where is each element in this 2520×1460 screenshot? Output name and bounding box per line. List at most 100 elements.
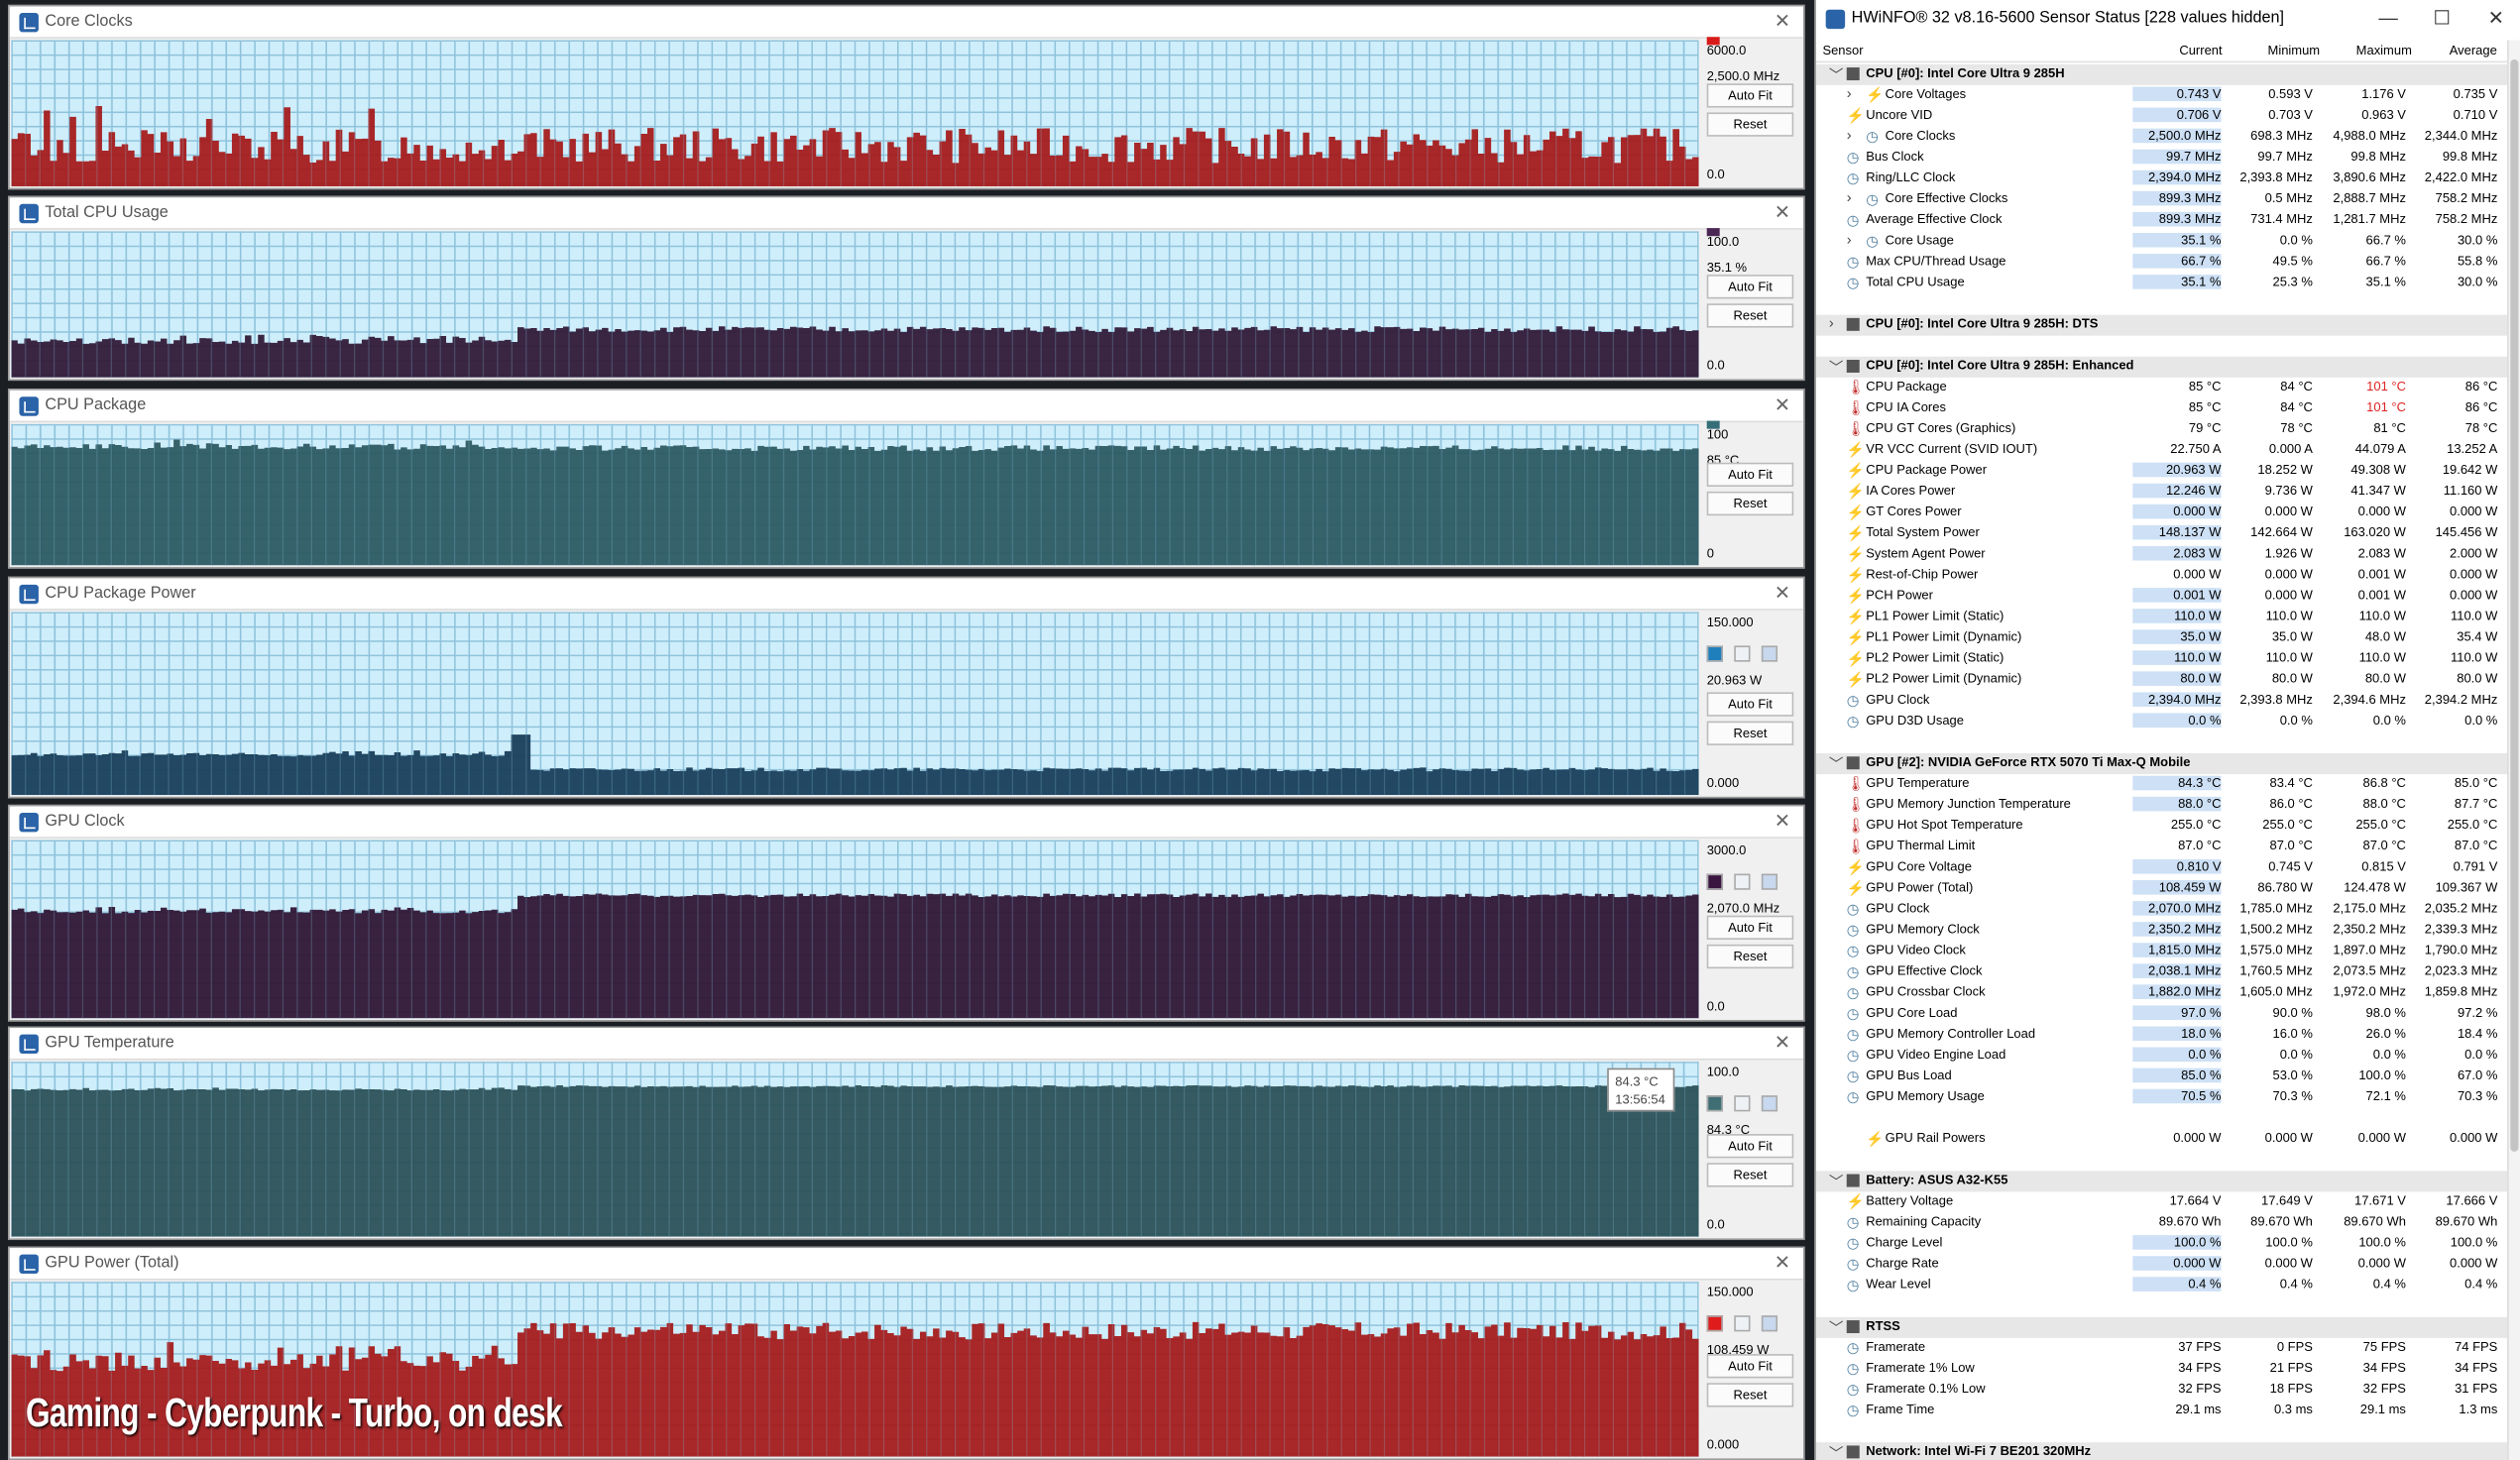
scrollbar[interactable] bbox=[2507, 40, 2520, 1460]
sensor-row[interactable]: ◷ Bus Clock 99.7 MHz 99.7 MHz 99.8 MHz 99.8 M… bbox=[1816, 148, 2507, 168]
sensor-row[interactable]: ⚡ Rest-of-Chip Power 0.000 W 0.000 W 0.001 W… bbox=[1816, 565, 2507, 586]
sensor-row[interactable]: ◷ Max CPU/Thread Usage 66.7 % 49.5 % 66.7 % 5… bbox=[1816, 252, 2507, 273]
chevron-right-icon[interactable]: › bbox=[1847, 189, 1852, 205]
col-current[interactable]: Current bbox=[2179, 44, 2222, 58]
sensor-row[interactable]: ⚡ GPU Rail Powers 0.000 W 0.000 W 0.000 W 0.0… bbox=[1816, 1129, 2507, 1150]
minimize-icon[interactable]: — bbox=[2378, 6, 2397, 29]
color-swatch[interactable] bbox=[1706, 1315, 1723, 1332]
sensor-row[interactable]: ⚡ IA Cores Power 12.246 W 9.736 W 41.347 W 11… bbox=[1816, 482, 2507, 503]
color-swatch[interactable] bbox=[1706, 37, 1720, 46]
color-swatch[interactable] bbox=[1761, 1095, 1778, 1112]
sensor-row[interactable]: ◷ Frame Time 29.1 ms 0.3 ms 29.1 ms 1.3 ms bbox=[1816, 1401, 2507, 1421]
graph-titlebar[interactable]: Total CPU Usage ✕ bbox=[9, 197, 1803, 230]
color-swatch[interactable] bbox=[1706, 1095, 1723, 1112]
auto-fit-button[interactable]: Auto Fit bbox=[1706, 83, 1794, 108]
color-swatch[interactable] bbox=[1706, 228, 1720, 237]
sensor-group[interactable]: ﹀ CPU [#0]: Intel Core Ultra 9 285H: Enh… bbox=[1815, 356, 2508, 378]
sensor-row[interactable]: ⚡ System Agent Power 2.083 W 1.926 W 2.083 W… bbox=[1816, 544, 2507, 565]
close-icon[interactable]: ✕ bbox=[1775, 393, 1790, 416]
auto-fit-button[interactable]: Auto Fit bbox=[1706, 1354, 1794, 1379]
auto-fit-button[interactable]: Auto Fit bbox=[1706, 915, 1794, 940]
sensor-row[interactable]: 🌡 CPU GT Cores (Graphics) 79 °C 78 °C 81 °C 7… bbox=[1816, 419, 2507, 440]
sensor-row[interactable]: ⚡ CPU Package Power 20.963 W 18.252 W 49.308… bbox=[1816, 461, 2507, 482]
sensor-row[interactable]: ◷ GPU D3D Usage 0.0 % 0.0 % 0.0 % 0.0 % bbox=[1816, 712, 2507, 732]
sensor-row[interactable]: ◷ GPU Clock 2,394.0 MHz 2,393.8 MHz 2,394.6 … bbox=[1816, 691, 2507, 712]
sensor-row[interactable]: 🌡 GPU Hot Spot Temperature 255.0 °C 255.0 °… bbox=[1816, 816, 2507, 837]
reset-button[interactable]: Reset bbox=[1706, 112, 1794, 137]
color-swatch[interactable] bbox=[1734, 1095, 1751, 1112]
chevron-right-icon[interactable]: › bbox=[1847, 85, 1852, 101]
color-swatch[interactable] bbox=[1706, 420, 1720, 429]
color-swatch[interactable] bbox=[1734, 645, 1751, 662]
color-swatch[interactable] bbox=[1761, 873, 1778, 890]
sensor-row[interactable]: 🌡 GPU Thermal Limit 87.0 °C 87.0 °C 87.0 °C 8… bbox=[1816, 837, 2507, 857]
chevron-down-icon[interactable]: ﹀ bbox=[1829, 357, 1844, 378]
sensor-group[interactable]: ﹀ Battery: ASUS A32-K55 bbox=[1815, 1171, 2508, 1192]
sensor-row[interactable]: ◷ GPU Core Load 97.0 % 90.0 % 98.0 % 97.2 % bbox=[1816, 1004, 2507, 1025]
chevron-right-icon[interactable]: › bbox=[1847, 231, 1852, 247]
sensor-group[interactable]: ﹀ RTSS bbox=[1815, 1316, 2508, 1338]
sensor-row[interactable]: ◷ GPU Video Engine Load 0.0 % 0.0 % 0.0 % 0.0… bbox=[1816, 1046, 2507, 1067]
sensor-row[interactable]: ◷ GPU Bus Load 85.0 % 53.0 % 100.0 % 67.0 % bbox=[1816, 1067, 2507, 1087]
chevron-down-icon[interactable]: ﹀ bbox=[1829, 753, 1844, 774]
sensor-row[interactable]: ⚡ Total System Power 148.137 W 142.664 W 163… bbox=[1816, 523, 2507, 544]
graph-titlebar[interactable]: GPU Power (Total) ✕ bbox=[9, 1248, 1803, 1281]
sensor-row[interactable]: › ⚡ Core Voltages 0.743 V 0.593 V 1.176 V 0.73… bbox=[1816, 85, 2507, 106]
sensor-row[interactable]: ⚡ PCH Power 0.001 W 0.000 W 0.001 W 0.000 W bbox=[1816, 586, 2507, 607]
color-swatch[interactable] bbox=[1734, 873, 1751, 890]
auto-fit-button[interactable]: Auto Fit bbox=[1706, 275, 1794, 299]
graph-titlebar[interactable]: GPU Clock ✕ bbox=[9, 806, 1803, 839]
col-average[interactable]: Average bbox=[2450, 44, 2497, 58]
sensor-row[interactable]: ⚡ PL1 Power Limit (Dynamic) 35.0 W 35.0 W 48… bbox=[1816, 628, 2507, 649]
auto-fit-button[interactable]: Auto Fit bbox=[1706, 692, 1794, 717]
close-icon[interactable]: ✕ bbox=[1775, 201, 1790, 224]
sensor-row[interactable]: 🌡 GPU Temperature 84.3 °C 83.4 °C 86.8 °C 85.… bbox=[1816, 774, 2507, 795]
sensor-row[interactable]: ◷ Framerate 37 FPS 0 FPS 75 FPS 74 FPS bbox=[1816, 1338, 2507, 1359]
col-maximum[interactable]: Maximum bbox=[2356, 44, 2412, 58]
sensor-group[interactable]: › CPU [#0]: Intel Core Ultra 9 285H: DTS bbox=[1815, 314, 2508, 336]
sensor-row[interactable]: ⚡ Battery Voltage 17.664 V 17.649 V 17.671 V… bbox=[1816, 1191, 2507, 1212]
chevron-down-icon[interactable]: ﹀ bbox=[1829, 64, 1844, 85]
sensor-row[interactable]: ⚡ PL2 Power Limit (Dynamic) 80.0 W 80.0 W 80… bbox=[1816, 670, 2507, 691]
reset-button[interactable]: Reset bbox=[1706, 1383, 1794, 1407]
graph-titlebar[interactable]: CPU Package ✕ bbox=[9, 390, 1803, 423]
sensor-row[interactable]: 🌡 GPU Memory Junction Temperature 88.0 °C 8… bbox=[1816, 795, 2507, 816]
maximize-icon[interactable]: ☐ bbox=[2433, 6, 2450, 29]
reset-button[interactable]: Reset bbox=[1706, 721, 1794, 745]
chevron-down-icon[interactable]: ﹀ bbox=[1829, 1317, 1844, 1338]
sensor-row[interactable]: ◷ Total CPU Usage 35.1 % 25.3 % 35.1 % 30.0 % bbox=[1816, 273, 2507, 293]
sensor-row[interactable]: ◷ Charge Level 100.0 % 100.0 % 100.0 % 100.0 … bbox=[1816, 1234, 2507, 1255]
sensor-row[interactable]: ◷ GPU Clock 2,070.0 MHz 1,785.0 MHz 2,175.0 … bbox=[1816, 899, 2507, 920]
col-sensor[interactable]: Sensor bbox=[1822, 44, 1863, 58]
sensor-row[interactable]: ◷ Wear Level 0.4 % 0.4 % 0.4 % 0.4 % bbox=[1816, 1276, 2507, 1296]
color-swatch[interactable] bbox=[1706, 645, 1723, 662]
color-swatch[interactable] bbox=[1706, 873, 1723, 890]
chevron-right-icon[interactable]: › bbox=[1847, 127, 1852, 143]
scrollbar-thumb[interactable] bbox=[2510, 58, 2519, 1152]
reset-button[interactable]: Reset bbox=[1706, 944, 1794, 969]
sensor-row[interactable]: ◷ GPU Memory Controller Load 18.0 % 16.0 % 2… bbox=[1816, 1025, 2507, 1046]
sensor-row[interactable]: ◷ Charge Rate 0.000 W 0.000 W 0.000 W 0.000 W bbox=[1816, 1255, 2507, 1276]
reset-button[interactable]: Reset bbox=[1706, 491, 1794, 516]
close-icon[interactable]: ✕ bbox=[2488, 6, 2504, 29]
sensor-row[interactable]: › ◷ Core Usage 35.1 % 0.0 % 66.7 % 30.0 % bbox=[1816, 231, 2507, 252]
sensor-row[interactable]: ◷ GPU Memory Usage 70.5 % 70.3 % 72.1 % 70.3 … bbox=[1816, 1087, 2507, 1108]
chevron-right-icon[interactable]: › bbox=[1829, 315, 1834, 331]
sensor-row[interactable]: ◷ GPU Video Clock 1,815.0 MHz 1,575.0 MHz 1,… bbox=[1816, 942, 2507, 962]
graph-titlebar[interactable]: CPU Package Power ✕ bbox=[9, 578, 1803, 611]
sensor-row[interactable]: ◷ Framerate 0.1% Low 32 FPS 18 FPS 32 FPS 31 … bbox=[1816, 1380, 2507, 1401]
col-minimum[interactable]: Minimum bbox=[2268, 44, 2321, 58]
sensor-row[interactable]: 🌡 CPU IA Cores 85 °C 84 °C 101 °C 86 °C bbox=[1816, 398, 2507, 419]
close-icon[interactable]: ✕ bbox=[1775, 10, 1790, 33]
sensor-row[interactable]: 🌡 CPU Package 85 °C 84 °C 101 °C 86 °C bbox=[1816, 378, 2507, 398]
close-icon[interactable]: ✕ bbox=[1775, 1031, 1790, 1054]
close-icon[interactable]: ✕ bbox=[1775, 810, 1790, 833]
sensor-row[interactable]: ◷ Ring/LLC Clock 2,394.0 MHz 2,393.8 MHz 3,8… bbox=[1816, 168, 2507, 189]
sensor-group[interactable]: ﹀ Network: Intel Wi-Fi 7 BE201 320MHz bbox=[1815, 1442, 2508, 1460]
chevron-down-icon[interactable]: ﹀ bbox=[1829, 1442, 1844, 1460]
hwinfo-titlebar[interactable]: HWiNFO® 32 v8.16-5600 Sensor Status [228… bbox=[1815, 0, 2520, 39]
sensor-row[interactable]: › ◷ Core Clocks 2,500.0 MHz 698.3 MHz 4,988.0… bbox=[1816, 127, 2507, 148]
reset-button[interactable]: Reset bbox=[1706, 303, 1794, 328]
sensor-row[interactable]: ⚡ GPU Core Voltage 0.810 V 0.745 V 0.815 V 0.… bbox=[1816, 857, 2507, 878]
color-swatch[interactable] bbox=[1761, 1315, 1778, 1332]
